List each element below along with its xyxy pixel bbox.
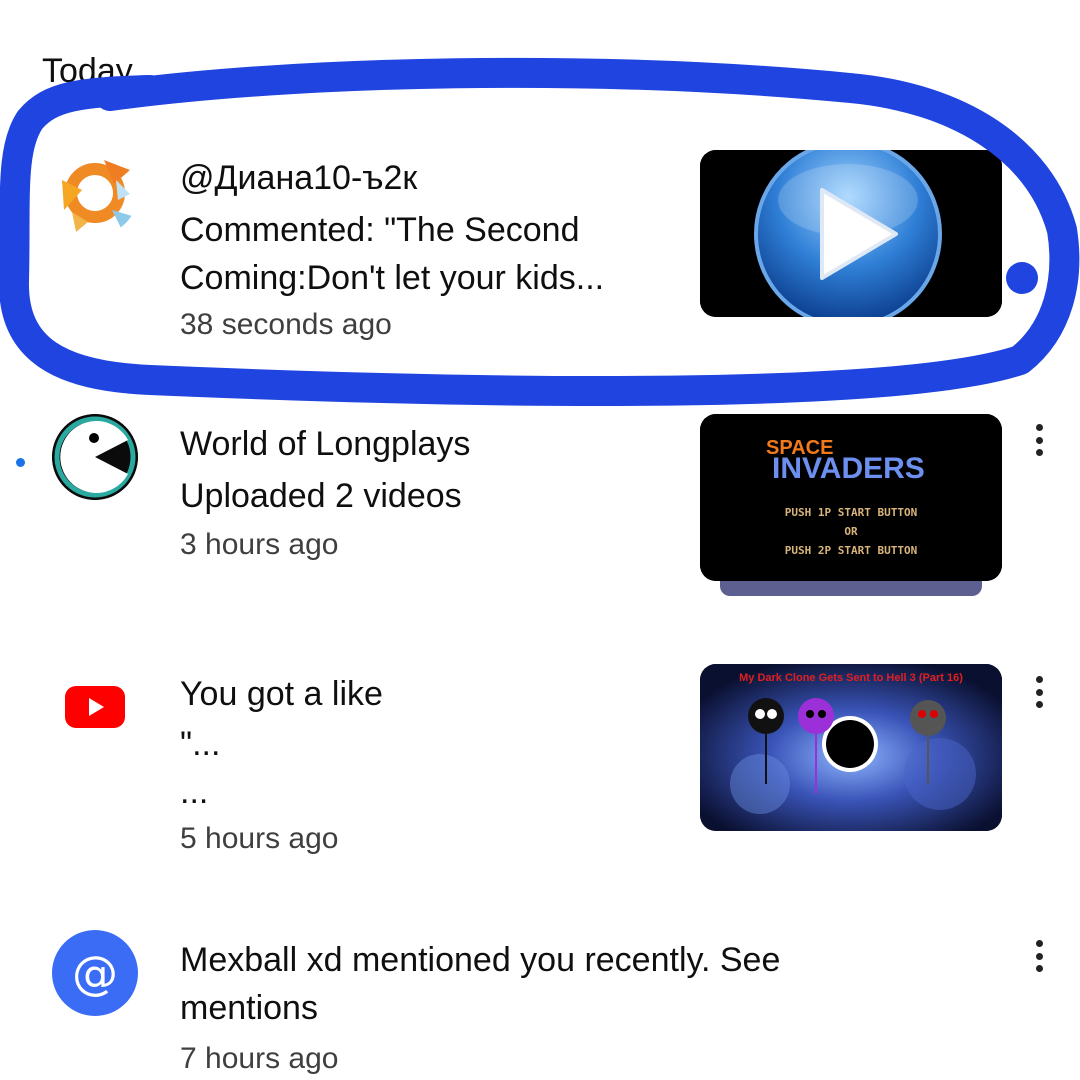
thumbnail-video-title: My Dark Clone Gets Sent to Hell 3 (Part … [739, 672, 963, 684]
notification-timestamp: 5 hours ago [180, 822, 339, 855]
unread-indicator-dot [16, 458, 25, 467]
more-options-icon[interactable] [1026, 936, 1052, 976]
more-options-icon[interactable] [1026, 156, 1052, 196]
notification-text-line-3: ... [180, 773, 209, 811]
notification-text-line-2: "... [180, 725, 221, 763]
notification-text-line-1: Mexball xd mentioned you recently. See [180, 941, 781, 979]
thumbnail-text-line-1: PUSH 1P START BUTTON [785, 506, 917, 519]
play-button-icon [700, 150, 1002, 317]
video-thumbnail[interactable]: SPACE INVADERS PUSH 1P START BUTTON OR P… [700, 414, 1002, 581]
notifications-screen: Today @Диана10-ъ2к Commented: "The Secon… [0, 0, 1080, 1080]
more-options-icon[interactable] [1026, 420, 1052, 460]
notification-item-like[interactable]: You got a like "... ... 5 hours ago My D… [0, 662, 1080, 872]
notification-text-line-2: mentions [180, 989, 318, 1027]
notification-text-line-2: Coming:Don't let your kids... [180, 259, 605, 297]
notification-item-comment[interactable]: @Диана10-ъ2к Commented: "The Second Comi… [0, 140, 1080, 350]
youtube-logo-icon[interactable] [52, 664, 138, 750]
notification-item-mention[interactable]: @ Mexball xd mentioned you recently. See… [0, 928, 1080, 1078]
thumbnail-text-line-3: PUSH 2P START BUTTON [785, 544, 917, 557]
thumbnail-text-line-2: OR [844, 525, 858, 538]
video-thumbnail[interactable] [700, 150, 1002, 317]
notification-text-line-1: Commented: "The Second [180, 211, 580, 249]
notification-timestamp: 7 hours ago [180, 1042, 339, 1075]
thumbnail-word-invaders: INVADERS [772, 452, 925, 485]
notification-channel-name: World of Longplays [180, 425, 471, 463]
section-header-today: Today [42, 52, 133, 90]
at-sign-icon[interactable]: @ [52, 930, 138, 1016]
notification-item-upload[interactable]: World of Longplays Uploaded 2 videos 3 h… [0, 410, 1080, 610]
notification-timestamp: 38 seconds ago [180, 308, 392, 341]
orange-abstract-avatar-icon[interactable] [52, 150, 138, 236]
notification-text-line-1: You got a like [180, 675, 383, 713]
notification-channel-name: @Диана10-ъ2к [180, 159, 418, 197]
notification-text-line-1: Uploaded 2 videos [180, 477, 462, 515]
more-options-icon[interactable] [1026, 672, 1052, 712]
notification-timestamp: 3 hours ago [180, 528, 339, 561]
video-thumbnail[interactable]: My Dark Clone Gets Sent to Hell 3 (Part … [700, 664, 1002, 831]
pacman-logo-avatar-icon[interactable] [52, 414, 138, 500]
